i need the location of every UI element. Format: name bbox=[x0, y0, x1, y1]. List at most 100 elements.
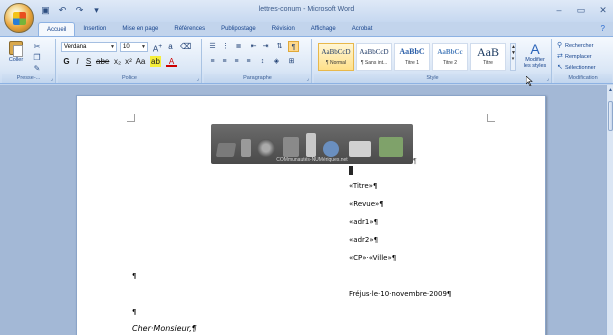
clear-format-icon[interactable]: ⌫ bbox=[180, 41, 191, 52]
change-case-icon[interactable]: Aa bbox=[135, 56, 146, 67]
change-styles-button[interactable]: A Modifier les styles bbox=[519, 41, 551, 73]
editing-group: ⚲ Rechercher ⇄ Remplacer ↖ Sélectionner Mod… bbox=[554, 39, 612, 83]
laptop-icon bbox=[215, 143, 237, 157]
tab-acrobat[interactable]: Acrobat bbox=[344, 22, 381, 36]
justify-icon[interactable]: ≡ bbox=[243, 56, 254, 67]
style-gallery-scroll[interactable]: ▲ ▼ ▾ bbox=[510, 43, 516, 71]
minimize-button[interactable]: – bbox=[553, 4, 565, 16]
find-button[interactable]: ⚲ Rechercher bbox=[557, 41, 593, 49]
dialog-launcher-icon[interactable]: ⌟ bbox=[547, 76, 549, 82]
borders-icon[interactable]: ⊞ bbox=[286, 56, 297, 67]
align-left-icon[interactable]: ≡ bbox=[207, 56, 218, 67]
tab-affichage[interactable]: Affichage bbox=[303, 22, 344, 36]
merge-field-cp-ville[interactable]: «CP»·«Ville»¶ bbox=[349, 254, 396, 262]
line-spacing-icon[interactable]: ↕ bbox=[257, 56, 268, 67]
increase-indent-icon[interactable]: ⇥ bbox=[260, 41, 271, 52]
style-sample: AaB bbox=[477, 45, 499, 59]
style-name: Titre 2 bbox=[443, 60, 457, 66]
style-heading-1[interactable]: AaBbC Titre 1 bbox=[394, 43, 430, 71]
decrease-indent-icon[interactable]: ⇤ bbox=[248, 41, 259, 52]
style-title[interactable]: AaB Titre bbox=[470, 43, 506, 71]
tab-insertion[interactable]: Insertion bbox=[75, 22, 114, 36]
document-page[interactable]: COMmunautés-NUMériques.net ¶ «Titre»¶ «R… bbox=[76, 95, 546, 335]
text-cursor bbox=[349, 166, 353, 175]
tab-references[interactable]: Références bbox=[166, 22, 213, 36]
empty-paragraph[interactable]: ¶ bbox=[132, 308, 136, 316]
numbering-icon[interactable]: ⋮ bbox=[220, 41, 231, 52]
ribbon-tabs: Accueil Insertion Mise en page Référence… bbox=[38, 22, 380, 36]
vertical-scrollbar[interactable]: ▲ bbox=[606, 85, 613, 335]
style-heading-2[interactable]: AaBbCc Titre 2 bbox=[432, 43, 468, 71]
style-sample: AaBbCcD bbox=[359, 48, 389, 56]
merge-field-adr1[interactable]: «adr1»¶ bbox=[349, 218, 378, 226]
dialog-launcher-icon[interactable]: ⌟ bbox=[197, 76, 199, 82]
bullets-icon[interactable]: ☰ bbox=[207, 41, 218, 52]
screen-icon bbox=[379, 137, 403, 157]
superscript-icon[interactable]: x² bbox=[123, 56, 134, 67]
strikethrough-icon[interactable]: abe bbox=[96, 56, 109, 67]
replace-button[interactable]: ⇄ Remplacer bbox=[557, 52, 592, 60]
show-formatting-icon[interactable]: ¶ bbox=[288, 41, 299, 52]
bold-icon[interactable]: G bbox=[61, 56, 72, 67]
gadget-icon bbox=[283, 137, 299, 157]
style-normal[interactable]: AaBbCcD ¶ Normal bbox=[318, 43, 354, 71]
multilevel-list-icon[interactable]: ≣ bbox=[233, 41, 244, 52]
font-name-combobox[interactable]: Verdana ▼ bbox=[61, 42, 117, 52]
underline-icon[interactable]: S bbox=[83, 56, 94, 67]
align-right-icon[interactable]: ≡ bbox=[231, 56, 242, 67]
monitor-icon bbox=[349, 141, 371, 157]
merge-field-titre[interactable]: «Titre»¶ bbox=[349, 182, 377, 190]
font-color-icon[interactable]: A bbox=[166, 56, 177, 67]
grow-font-icon[interactable]: A+ bbox=[152, 41, 163, 54]
close-button[interactable]: ✕ bbox=[597, 4, 609, 16]
shading-icon[interactable]: ◈ bbox=[271, 56, 282, 67]
empty-paragraph[interactable]: ¶ bbox=[132, 272, 136, 280]
scroll-up-icon[interactable]: ▲ bbox=[607, 87, 613, 93]
header-banner-image[interactable]: COMmunautés-NUMériques.net bbox=[211, 124, 413, 164]
binoculars-icon: ⚲ bbox=[557, 42, 563, 49]
tab-mise-en-page[interactable]: Mise en page bbox=[114, 22, 166, 36]
style-sample: AaBbCcD bbox=[321, 48, 351, 56]
greeting-line[interactable]: Cher·Monsieur,¶ bbox=[132, 324, 197, 333]
select-icon: ↖ bbox=[557, 64, 563, 71]
select-button[interactable]: ↖ Sélectionner bbox=[557, 63, 596, 71]
italic-icon[interactable]: I bbox=[72, 56, 83, 67]
dialog-launcher-icon[interactable]: ⌟ bbox=[51, 76, 53, 82]
align-center-icon[interactable]: ≡ bbox=[219, 56, 230, 67]
style-name: Titre bbox=[483, 60, 493, 66]
subscript-icon[interactable]: x₂ bbox=[112, 56, 123, 67]
window-controls: – ▭ ✕ bbox=[553, 4, 609, 16]
tab-revision[interactable]: Révision bbox=[264, 22, 303, 36]
shrink-font-icon[interactable]: a bbox=[165, 41, 176, 52]
window-title: lettres-conum - Microsoft Word bbox=[258, 6, 355, 13]
office-button[interactable] bbox=[4, 3, 34, 33]
style-group-label: Style bbox=[314, 74, 551, 83]
dialog-launcher-icon[interactable]: ⌟ bbox=[307, 76, 309, 82]
style-sample: AaBbC bbox=[399, 47, 425, 56]
maximize-button[interactable]: ▭ bbox=[575, 4, 587, 16]
help-icon[interactable]: ? bbox=[601, 24, 605, 33]
style-no-spacing[interactable]: AaBbCcD ¶ Sans int... bbox=[356, 43, 392, 71]
editing-group-label: Modification bbox=[554, 74, 612, 83]
date-line[interactable]: Fréjus·le·10·novembre·2009¶ bbox=[349, 290, 451, 298]
style-name: Titre 1 bbox=[405, 60, 419, 66]
copy-icon[interactable]: ❐ bbox=[32, 53, 42, 63]
scrollbar-thumb[interactable] bbox=[608, 101, 613, 131]
document-workspace: COMmunautés-NUMériques.net ¶ «Titre»¶ «R… bbox=[0, 85, 613, 335]
chevron-down-icon: ▼ bbox=[110, 44, 115, 50]
paste-button[interactable]: Coller bbox=[5, 41, 27, 71]
banner-caption: COMmunautés-NUMériques.net bbox=[276, 157, 348, 163]
style-group: AaBbCcD ¶ Normal AaBbCcD ¶ Sans int... A… bbox=[314, 39, 552, 83]
tab-publipostage[interactable]: Publipostage bbox=[213, 22, 264, 36]
camera-lens-icon bbox=[257, 139, 275, 157]
font-size-combobox[interactable]: 10 ▼ bbox=[120, 42, 148, 52]
find-label: Rechercher bbox=[565, 43, 594, 49]
format-painter-icon[interactable]: ✎ bbox=[32, 64, 42, 74]
merge-field-revue[interactable]: «Revue»¶ bbox=[349, 200, 384, 208]
merge-field-adr2[interactable]: «adr2»¶ bbox=[349, 236, 378, 244]
highlight-icon[interactable]: ab bbox=[150, 56, 161, 67]
cut-icon[interactable]: ✂ bbox=[32, 42, 42, 52]
office-logo-icon bbox=[13, 12, 26, 25]
sort-icon[interactable]: ⇅ bbox=[274, 41, 285, 52]
tab-accueil[interactable]: Accueil bbox=[38, 22, 76, 36]
